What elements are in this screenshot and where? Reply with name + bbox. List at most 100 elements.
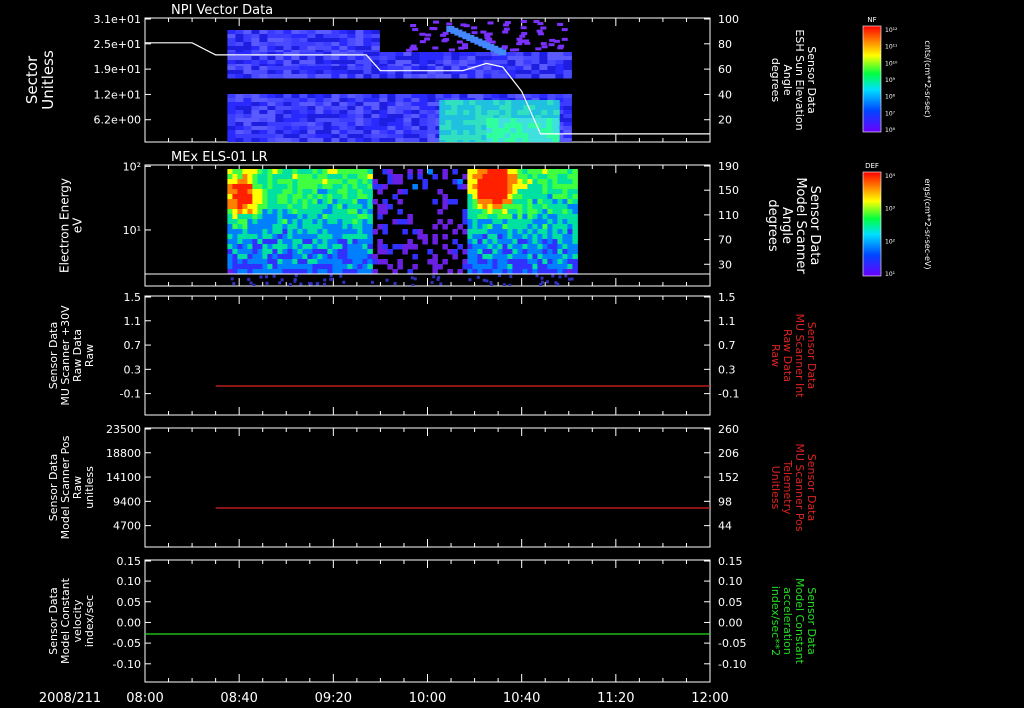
els-cell — [532, 169, 538, 175]
npi-cell — [291, 138, 300, 142]
npi-cell — [347, 126, 356, 131]
els-cell — [567, 209, 573, 215]
npi-cell — [251, 56, 260, 61]
els-cell — [362, 254, 368, 260]
els-cell — [422, 179, 428, 185]
els-cell — [497, 244, 503, 250]
right-tick-label: 1.1 — [718, 315, 736, 328]
els-cell — [532, 239, 538, 245]
npi-cell — [299, 30, 308, 35]
npi-cell — [510, 118, 517, 124]
npi-cell — [291, 30, 300, 35]
els-cell — [517, 224, 523, 230]
els-cell — [557, 249, 563, 255]
left-tick-label: 6.2e+00 — [94, 114, 141, 127]
npi-cell — [427, 130, 436, 135]
npi-cell — [291, 56, 300, 61]
els-cell — [552, 179, 558, 185]
els-cell — [272, 259, 278, 265]
npi-cell — [251, 38, 260, 43]
els-cell — [367, 229, 373, 235]
els-cell — [362, 234, 368, 240]
npi-cell — [553, 110, 560, 116]
left-tick-label: -0.1 — [120, 388, 141, 401]
els-cell — [457, 184, 463, 190]
els-cell — [552, 264, 558, 270]
els-cell — [562, 204, 568, 210]
els-cell — [417, 169, 423, 175]
npi-cell — [331, 118, 340, 123]
npi-cell — [323, 38, 332, 43]
npi-cell — [505, 100, 512, 106]
els-cell — [312, 169, 318, 175]
els-cell — [537, 264, 543, 270]
els-cell — [567, 199, 573, 205]
els-cell — [272, 169, 278, 175]
colorbar-unit-text: cnts/(cm**2-sr-sec) — [923, 40, 932, 117]
els-cell — [362, 189, 368, 195]
npi-cell — [235, 60, 244, 65]
npi-cell — [419, 130, 428, 135]
els-cell — [487, 174, 493, 180]
els-cell — [322, 224, 328, 230]
els-cell — [527, 194, 533, 200]
els-cell — [327, 169, 333, 175]
npi-cell — [427, 56, 436, 61]
right-axis-label-line: degrees — [769, 58, 782, 103]
npi-cell — [275, 130, 284, 135]
els-cell — [242, 214, 248, 220]
els-cell — [347, 254, 353, 260]
npi-cell — [403, 52, 412, 57]
npi-cell — [379, 110, 388, 115]
npi-cell — [355, 130, 364, 135]
els-cell — [327, 264, 333, 270]
els-cell — [352, 244, 358, 250]
els-cell — [557, 174, 563, 180]
els-cell — [362, 184, 368, 190]
npi-cell — [347, 74, 356, 79]
els-cell — [442, 194, 448, 200]
npi-cell — [347, 110, 356, 115]
els-cell — [367, 174, 373, 180]
els-cell — [352, 224, 358, 230]
els-cell — [557, 199, 563, 205]
npi-cell — [267, 42, 276, 47]
colorbar-tick-label: 10¹² — [885, 27, 898, 34]
els-cell — [282, 264, 288, 270]
els-cell — [472, 179, 478, 185]
npi-cell — [511, 105, 518, 111]
els-cell — [482, 184, 488, 190]
els-cell — [272, 174, 278, 180]
npi-cell — [267, 46, 276, 51]
npi-cell — [251, 66, 260, 71]
npi-cell — [541, 105, 548, 111]
els-cell — [402, 189, 408, 195]
els-cell — [492, 199, 498, 205]
npi-cell — [355, 122, 364, 127]
els-cell — [537, 249, 543, 255]
els-cell — [462, 259, 468, 265]
npi-cell — [307, 110, 316, 115]
els-cell — [442, 174, 448, 180]
els-cell — [537, 204, 543, 210]
els-cell — [302, 214, 308, 220]
npi-cell — [563, 126, 572, 131]
els-cell — [562, 184, 568, 190]
npi-cell — [251, 30, 260, 35]
npi-cell — [524, 41, 531, 45]
npi-cell — [275, 122, 284, 127]
els-cell — [562, 264, 568, 270]
els-cell — [522, 189, 528, 195]
npi-cell — [483, 94, 492, 99]
npi-cell — [315, 42, 324, 47]
colorbar-tick-label: 10¹ — [885, 271, 896, 278]
npi-cell — [275, 34, 284, 39]
els-cell — [477, 244, 483, 250]
els-cell — [432, 264, 438, 270]
els-cell — [317, 239, 323, 245]
els-cell — [237, 199, 243, 205]
npi-cell — [243, 122, 252, 127]
npi-cell — [533, 20, 540, 24]
npi-cell — [339, 110, 348, 115]
els-cell — [387, 264, 393, 270]
